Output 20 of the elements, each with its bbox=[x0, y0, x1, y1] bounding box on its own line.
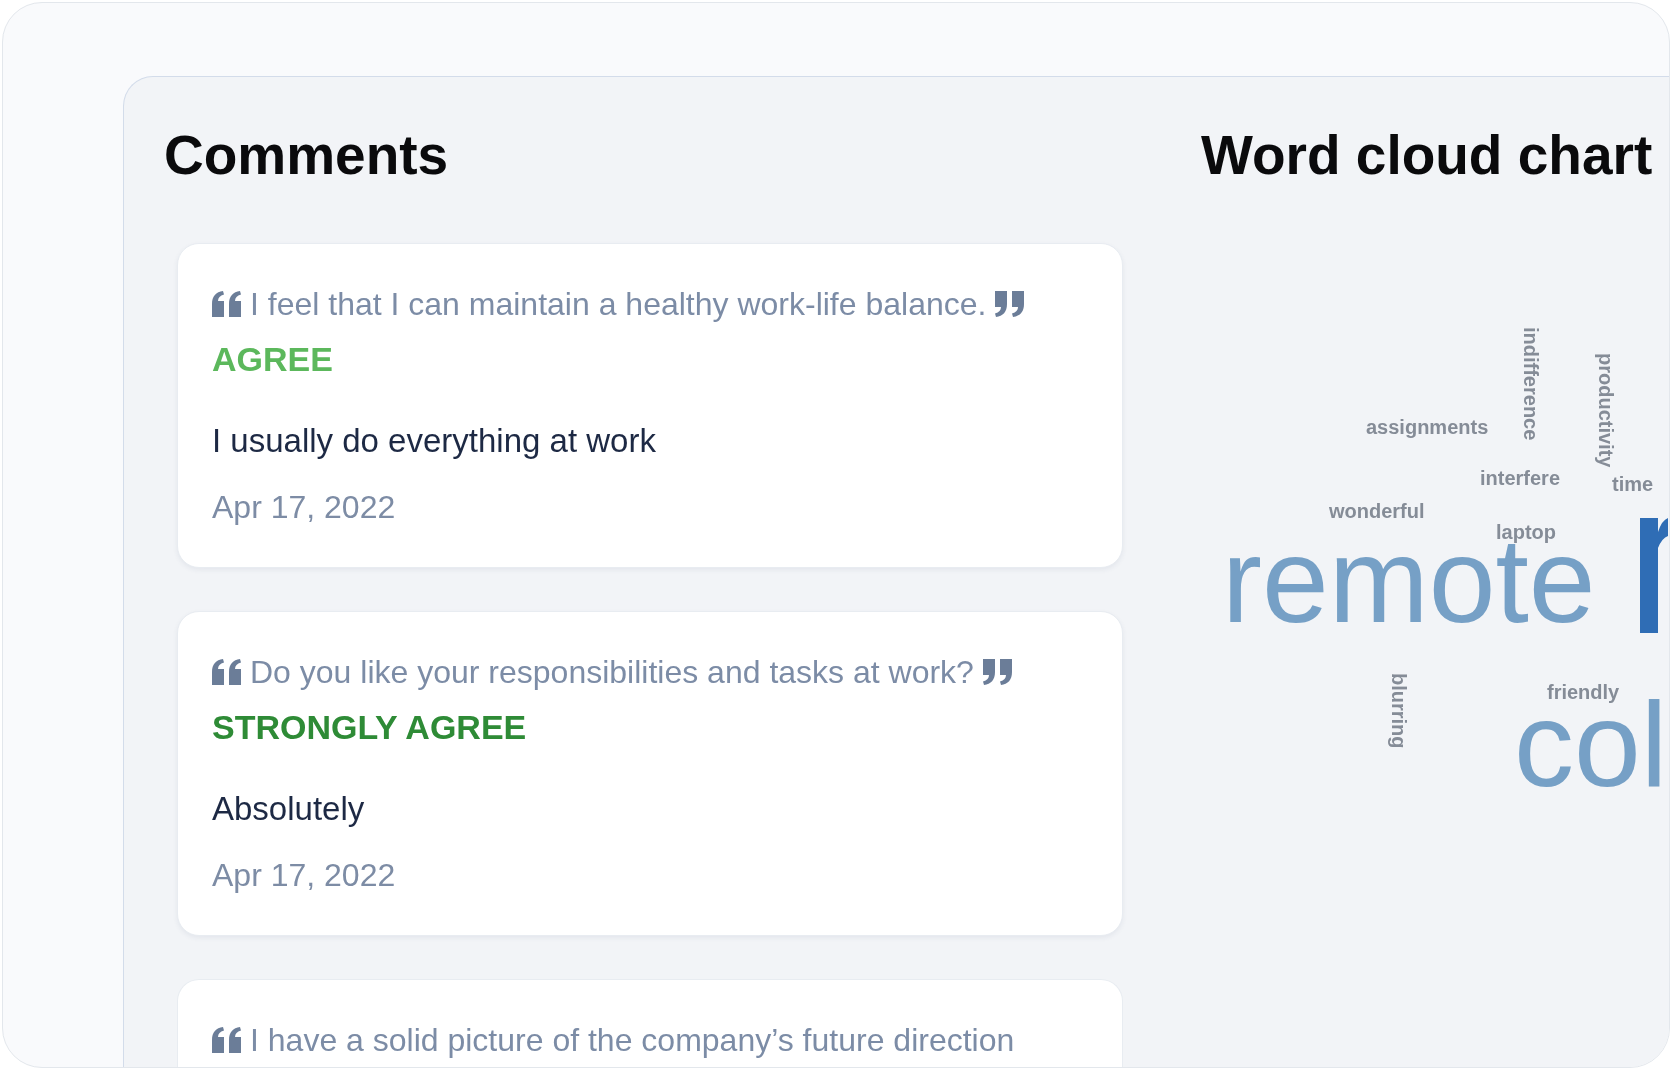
cloud-word: time bbox=[1612, 476, 1654, 492]
answer-text: I usually do everything at work bbox=[212, 421, 656, 461]
cloud-word: wonderful bbox=[1329, 503, 1425, 519]
open-quote-icon bbox=[212, 291, 242, 317]
comment-date: Apr 17, 2022 bbox=[212, 488, 396, 527]
cloud-word: interfere bbox=[1480, 470, 1561, 486]
question-text: I have a solid picture of the company’s future direction bbox=[250, 1021, 1015, 1060]
question-text: I feel that I can maintain a healthy work-life balance. bbox=[250, 285, 987, 324]
answer-text: Absolutely bbox=[212, 789, 365, 829]
open-quote-icon bbox=[212, 659, 242, 685]
section-title: Comments bbox=[164, 123, 449, 187]
rating-label: STRONGLY AGREE bbox=[212, 707, 527, 748]
cloud-word: productivity bbox=[1596, 353, 1616, 468]
cloud-word: blurring bbox=[1389, 673, 1409, 749]
question-text: Do you like your responsibilities and tasks at work? bbox=[250, 653, 974, 692]
cloud-word: indifference bbox=[1521, 327, 1541, 441]
section-title: Word cloud chart bbox=[1201, 123, 1653, 187]
open-quote-icon bbox=[212, 1027, 242, 1053]
rating-label: AGREE bbox=[212, 339, 333, 380]
comment-date: Apr 17, 2022 bbox=[212, 856, 396, 895]
